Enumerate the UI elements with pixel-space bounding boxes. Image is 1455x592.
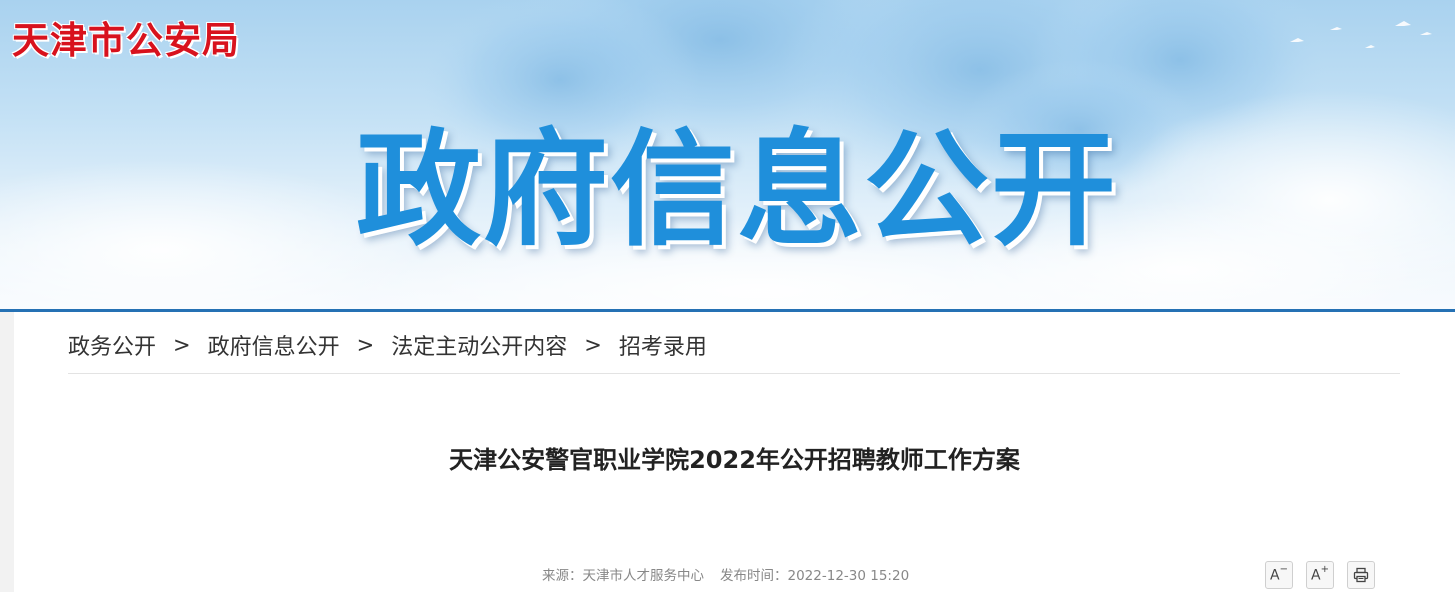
article-title: 天津公安警官职业学院2022年公开招聘教师工作方案 xyxy=(449,446,1020,474)
breadcrumb-item-government-affairs[interactable]: 政务公开 xyxy=(68,329,156,361)
breadcrumb-separator: > xyxy=(173,333,191,357)
font-increase-icon: A+ xyxy=(1311,564,1329,584)
published-label: 发布时间： xyxy=(720,568,788,584)
header-banner: 天津市公安局 政府信息公开 xyxy=(0,0,1455,309)
breadcrumb-item-statutory-content[interactable]: 法定主动公开内容 xyxy=(391,329,567,361)
breadcrumb-separator: > xyxy=(584,333,602,357)
font-decrease-icon: A− xyxy=(1270,564,1288,584)
breadcrumb: 政务公开 > 政府信息公开 > 法定主动公开内容 > 招考录用 xyxy=(68,330,707,360)
breadcrumb-separator: > xyxy=(356,333,375,357)
font-increase-button[interactable]: A+ xyxy=(1306,561,1334,589)
breadcrumb-divider xyxy=(68,373,1400,374)
breadcrumb-item-info-disclosure[interactable]: 政府信息公开 xyxy=(208,329,340,361)
breadcrumb-item-recruitment[interactable]: 招考录用 xyxy=(619,329,707,361)
print-button[interactable] xyxy=(1347,561,1375,589)
banner-title: 政府信息公开 xyxy=(356,118,1118,263)
main-content: 政务公开 > 政府信息公开 > 法定主动公开内容 > 招考录用 天津公安警官职业… xyxy=(14,312,1455,592)
source-value: 天津市人才服务中心 xyxy=(582,568,705,584)
site-name-logo[interactable]: 天津市公安局 xyxy=(12,10,240,64)
printer-icon xyxy=(1353,567,1369,583)
font-decrease-button[interactable]: A− xyxy=(1265,561,1293,589)
article-meta: 来源：天津市人才服务中心 发布时间：2022-12-30 15:20 xyxy=(542,564,909,584)
source-label: 来源： xyxy=(542,568,583,584)
published-value: 2022-12-30 15:20 xyxy=(787,568,910,584)
